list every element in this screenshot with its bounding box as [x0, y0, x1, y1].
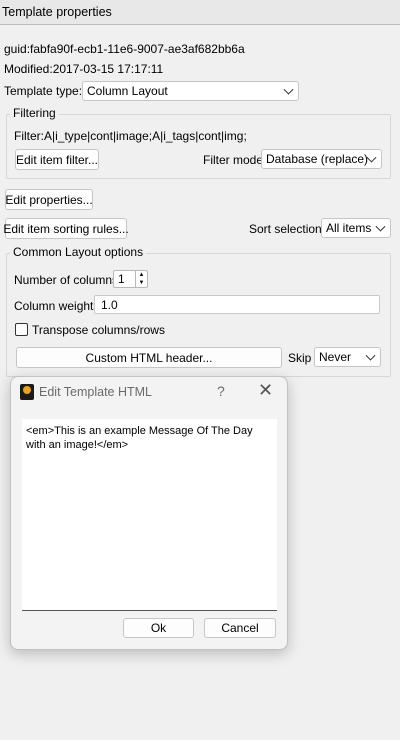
weights-label: Column weights: [14, 299, 100, 313]
stepper-up-icon[interactable]: ▲: [136, 271, 147, 279]
skip-select[interactable]: Never: [314, 347, 381, 367]
weights-value: 1.0: [101, 297, 118, 312]
skip-label: Skip: [288, 351, 312, 365]
transpose-checkbox[interactable]: [15, 323, 28, 336]
sort-selection-select[interactable]: All items: [321, 218, 391, 238]
filter-mode-select[interactable]: Database (replace): [261, 149, 382, 169]
html-editor[interactable]: <em>This is an example Message Of The Da…: [22, 419, 277, 611]
stepper-down-icon[interactable]: ▼: [136, 279, 147, 287]
filter-mode-label: Filter mode: [203, 153, 264, 167]
edit-item-filter-button[interactable]: Edit item filter...: [15, 149, 99, 170]
edit-properties-button[interactable]: Edit properties...: [5, 189, 93, 210]
sort-selection-value: All items: [326, 221, 372, 235]
guid-text: guid:fabfa90f-ecb1-11e6-9007-ae3af682bb6…: [4, 42, 245, 56]
template-type-value: Column Layout: [87, 84, 168, 98]
window-title: Template properties: [0, 0, 400, 25]
custom-html-header-button[interactable]: Custom HTML header...: [16, 347, 282, 368]
filtering-title: Filtering: [10, 106, 59, 120]
chevron-down-icon: [375, 221, 386, 232]
app-logo-icon: [20, 384, 34, 400]
template-type-label: Template type:: [4, 84, 83, 98]
filter-mode-value: Database (replace): [266, 152, 369, 166]
weights-input[interactable]: 1.0: [94, 295, 380, 314]
chevron-down-icon: [283, 84, 294, 95]
chevron-down-icon: [365, 350, 376, 361]
edit-sorting-rules-button[interactable]: Edit item sorting rules...: [3, 218, 129, 239]
help-icon[interactable]: ?: [217, 383, 225, 399]
columns-stepper[interactable]: 1 ▲ ▼: [113, 270, 148, 288]
columns-label: Number of columns: [14, 273, 119, 287]
edit-template-html-dialog: Edit Template HTML ? ✕ <em>This is an ex…: [10, 376, 288, 650]
transpose-label: Transpose columns/rows: [32, 323, 165, 337]
template-type-select[interactable]: Column Layout: [82, 81, 299, 101]
cancel-button[interactable]: Cancel: [204, 618, 276, 638]
columns-value: 1: [118, 272, 125, 286]
close-icon[interactable]: ✕: [258, 380, 273, 401]
filter-text: Filter:A|i_type|cont|image;A|i_tags|cont…: [14, 129, 247, 143]
modified-text: Modified:2017-03-15 17:17:11: [4, 62, 164, 76]
layout-title: Common Layout options: [10, 245, 147, 259]
skip-value: Never: [319, 350, 352, 364]
dialog-title: Edit Template HTML: [39, 385, 153, 399]
ok-button[interactable]: Ok: [123, 618, 194, 638]
sort-selection-label: Sort selection: [249, 222, 322, 236]
